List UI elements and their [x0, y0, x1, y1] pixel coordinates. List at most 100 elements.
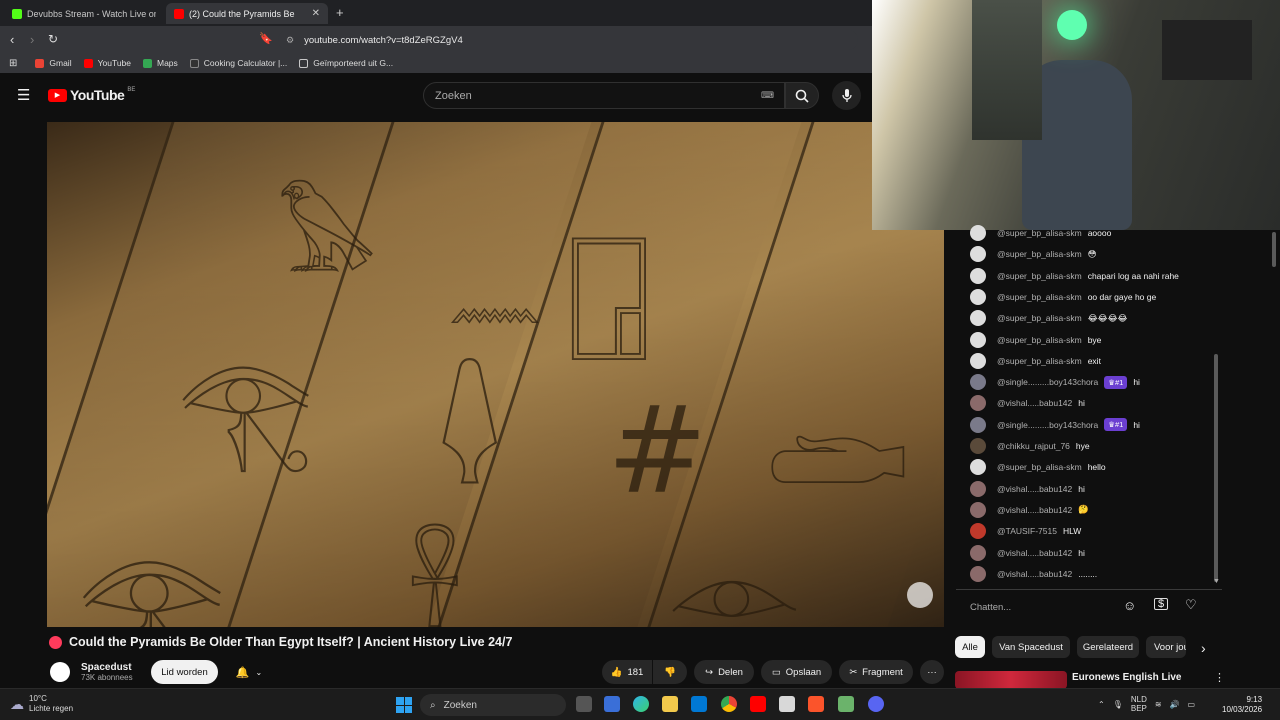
chip-for-you[interactable]: Voor jou — [1146, 636, 1186, 658]
weather-widget[interactable]: ☁ 10°C Lichte regen — [10, 694, 73, 714]
keyboard-icon[interactable]: ⌨ — [761, 90, 774, 101]
save-button[interactable]: ▭ Opslaan — [761, 660, 832, 684]
channel-info[interactable]: Spacedust 73K abonnees — [50, 659, 133, 685]
bookmark-icon[interactable]: 🔖 — [259, 32, 273, 45]
scroll-down-icon[interactable]: ▼ — [1213, 578, 1220, 585]
channel-avatar[interactable] — [50, 662, 70, 682]
chat-avatar[interactable] — [970, 459, 986, 476]
chat-author[interactable]: @super_bp_alisa-skm — [997, 313, 1082, 323]
bookmark-maps[interactable]: Maps — [143, 58, 178, 68]
chat-scrollbar[interactable] — [1214, 354, 1218, 582]
chat-avatar[interactable] — [970, 416, 986, 433]
bookmark-imported-folder[interactable]: Geïmporteerd uit G... — [299, 58, 393, 68]
chat-avatar[interactable] — [970, 501, 986, 518]
brave-icon[interactable] — [808, 696, 824, 712]
chat-author[interactable]: @chikku_rajput_76 — [997, 441, 1070, 451]
chat-avatar[interactable] — [970, 288, 986, 305]
address-bar[interactable]: ⚙ youtube.com/watch?v=t8dZeRGZgV4 — [278, 30, 858, 50]
discord-icon[interactable] — [868, 696, 884, 712]
chevron-up-icon[interactable]: ⌃ — [1098, 700, 1105, 709]
chat-avatar[interactable] — [970, 438, 986, 454]
language-indicator[interactable]: NLD BEP — [1131, 695, 1147, 713]
store-icon[interactable] — [604, 696, 620, 712]
dislike-button[interactable]: 👎 — [653, 660, 687, 684]
bookmark-gmail[interactable]: Gmail — [35, 58, 72, 68]
chat-author[interactable]: @single.........boy143chora — [997, 377, 1098, 387]
chat-avatar[interactable] — [970, 374, 986, 391]
like-button[interactable]: 👍 181 — [602, 660, 652, 684]
chat-author[interactable]: @single.........boy143chora — [997, 420, 1098, 430]
back-icon[interactable]: ‹ — [10, 32, 14, 47]
search-button[interactable] — [785, 82, 819, 109]
chat-avatar[interactable] — [970, 267, 986, 284]
heart-icon[interactable]: ♡ — [1185, 597, 1197, 613]
chat-author[interactable]: @super_bp_alisa-skm — [997, 335, 1082, 345]
emoji-icon[interactable]: ☺ — [1123, 598, 1136, 613]
windows-start-icon[interactable] — [396, 697, 412, 713]
chip-related[interactable]: Gerelateerd — [1077, 636, 1139, 658]
chat-avatar[interactable] — [970, 395, 986, 412]
forward-icon[interactable]: › — [30, 32, 34, 47]
game-app-icon[interactable] — [838, 696, 854, 712]
kebab-menu-icon[interactable]: ⋮ — [1214, 671, 1225, 684]
notepad-icon[interactable] — [779, 696, 795, 712]
chat-author[interactable]: @super_bp_alisa-skm — [997, 356, 1082, 366]
bookmark-youtube[interactable]: YouTube — [83, 58, 131, 68]
chat-avatar[interactable] — [970, 565, 986, 582]
chat-avatar[interactable] — [970, 310, 986, 327]
menu-icon[interactable]: ☰ — [17, 86, 30, 104]
chat-input[interactable]: Chatten... — [970, 595, 1120, 619]
chat-avatar[interactable] — [970, 523, 986, 540]
volume-icon[interactable]: 🔊 — [1170, 700, 1180, 709]
super-chat-icon[interactable]: $ — [1154, 598, 1168, 610]
apps-grid-icon[interactable]: ⊞ — [9, 58, 17, 69]
youtube-logo[interactable]: ▶ YouTube BE — [48, 87, 135, 103]
chat-author[interactable]: @super_bp_alisa-skm — [997, 228, 1082, 238]
chat-avatar[interactable] — [970, 544, 986, 561]
task-view-icon[interactable] — [576, 696, 592, 712]
search-input[interactable]: Zoeken ⌨ — [423, 82, 785, 109]
clock[interactable]: 9:13 10/03/2026 — [1222, 695, 1262, 715]
chat-author[interactable]: @vishal.....babu142 — [997, 548, 1072, 558]
chat-author[interactable]: @super_bp_alisa-skm — [997, 462, 1082, 472]
chrome-icon[interactable] — [721, 696, 737, 712]
chat-avatar[interactable] — [970, 480, 986, 497]
page-scrollbar[interactable] — [1272, 232, 1276, 267]
chip-from-channel[interactable]: Van Spacedust — [992, 636, 1070, 658]
chat-avatar[interactable] — [970, 331, 986, 348]
notifications-button[interactable]: 🔔 ⌄ — [226, 660, 272, 684]
chat-author[interactable]: @vishal.....babu142 — [997, 505, 1072, 515]
chat-author[interactable]: @vishal.....babu142 — [997, 569, 1072, 579]
close-tab-icon[interactable]: ✕ — [312, 8, 320, 19]
chat-author[interactable]: @TAUSIF-7515 — [997, 526, 1057, 536]
recommendation-title[interactable]: Euronews English Live — [1072, 672, 1181, 683]
outlook-icon[interactable] — [691, 696, 707, 712]
file-explorer-icon[interactable] — [662, 696, 678, 712]
wifi-icon[interactable]: ≋ — [1155, 700, 1162, 709]
chip-all[interactable]: Alle — [955, 636, 985, 658]
video-player[interactable]: 𓂀 𓂀 𓅃 𓈖 𓆭 𓉗 # 𓁹 𓂧 𓋹 — [47, 122, 944, 627]
taskbar-search[interactable]: ⌕ Zoeken — [420, 694, 566, 716]
chat-author[interactable]: @vishal.....babu142 — [997, 398, 1072, 408]
chat-avatar[interactable] — [970, 225, 986, 241]
join-button[interactable]: Lid worden — [151, 660, 218, 684]
chat-author[interactable]: @super_bp_alisa-skm — [997, 292, 1082, 302]
site-info-icon[interactable]: ⚙ — [286, 35, 294, 46]
edge-icon[interactable] — [633, 696, 649, 712]
chevron-right-icon[interactable]: › — [1201, 640, 1206, 656]
chat-avatar[interactable] — [970, 246, 986, 263]
chat-author[interactable]: @super_bp_alisa-skm — [997, 271, 1082, 281]
browser-tab-kick[interactable]: Devubbs Stream - Watch Live on — [4, 3, 164, 24]
clip-button[interactable]: ✂ Fragment — [839, 660, 913, 684]
more-actions-button[interactable]: ··· — [920, 660, 944, 684]
microphone-tray-icon[interactable]: 🎙 — [1113, 700, 1123, 709]
browser-tab-youtube[interactable]: (2) Could the Pyramids Be ✕ — [166, 3, 328, 24]
chat-avatar[interactable] — [970, 352, 986, 369]
voice-search-button[interactable] — [832, 81, 861, 110]
channel-name[interactable]: Spacedust — [81, 662, 133, 673]
chat-author[interactable]: @super_bp_alisa-skm — [997, 249, 1082, 259]
new-tab-button[interactable]: + — [336, 5, 344, 20]
reload-icon[interactable]: ↻ — [48, 32, 58, 46]
recommendation-thumbnail[interactable] — [955, 671, 1067, 689]
battery-icon[interactable]: ▭ — [1188, 700, 1196, 709]
